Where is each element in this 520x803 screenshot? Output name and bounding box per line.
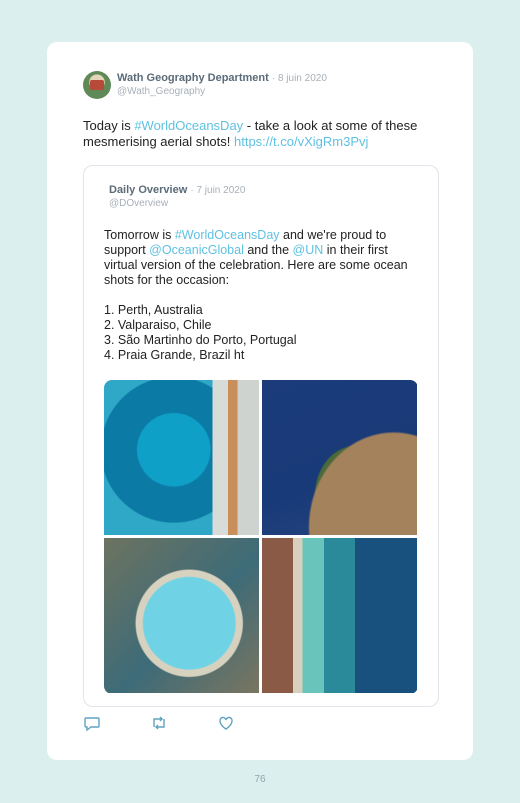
aerial-photo-perth[interactable] xyxy=(104,380,259,535)
hashtag-link[interactable]: #WorldOceansDay xyxy=(134,118,243,133)
tweet-text: Today is #WorldOceansDay - take a look a… xyxy=(83,118,443,150)
tweet-url-link[interactable]: https://t.co/vXigRm3Pvj xyxy=(234,134,368,149)
mention-oceanicglobal-link[interactable]: @OceanicGlobal xyxy=(149,243,244,257)
retweet-icon[interactable] xyxy=(150,714,168,732)
author-avatar[interactable] xyxy=(83,71,111,99)
list-item: 2. Valparaiso, Chile xyxy=(104,318,212,332)
aerial-photo-valparaiso[interactable] xyxy=(262,380,417,535)
quoted-text-part: and the xyxy=(243,243,293,257)
author-row: Wath Geography Department · 8 juin 2020 xyxy=(117,72,327,84)
aerial-photo-sao-martinho[interactable] xyxy=(104,538,259,693)
list-item: 1. Perth, Australia xyxy=(104,303,203,317)
reply-icon[interactable] xyxy=(83,714,101,732)
quoted-author-name[interactable]: Daily Overview xyxy=(109,184,187,196)
quoted-date[interactable]: · 7 juin 2020 xyxy=(190,185,245,196)
tweet-date[interactable]: · 8 juin 2020 xyxy=(272,73,327,84)
quoted-handle[interactable]: @DOverview xyxy=(109,198,168,209)
quoted-tweet[interactable]: Daily Overview · 7 juin 2020 @DOverview … xyxy=(83,165,439,707)
quoted-text-part: Tomorrow is xyxy=(104,228,175,242)
quoted-hashtag-link[interactable]: #WorldOceansDay xyxy=(175,228,280,242)
list-item: 3. São Martinho do Porto, Portugal xyxy=(104,333,297,347)
aerial-photo-praia-grande[interactable] xyxy=(262,538,417,693)
quoted-text: Tomorrow is #WorldOceansDay and we're pr… xyxy=(104,228,420,288)
photo-mosaic xyxy=(104,380,418,694)
tweet-card: Wath Geography Department · 8 juin 2020 … xyxy=(47,42,473,760)
mention-un-link[interactable]: @UN xyxy=(293,243,324,257)
tweet-text-part: Today is xyxy=(83,118,135,133)
page-number: 76 xyxy=(254,774,266,785)
author-name[interactable]: Wath Geography Department xyxy=(117,72,269,84)
author-handle[interactable]: @Wath_Geography xyxy=(117,86,205,97)
quoted-author-row: Daily Overview · 7 juin 2020 xyxy=(109,184,245,196)
heart-icon[interactable] xyxy=(217,714,235,732)
location-list: 1. Perth, Australia 2. Valparaiso, Chile… xyxy=(104,303,296,363)
list-item: 4. Praia Grande, Brazil ht xyxy=(104,348,245,362)
